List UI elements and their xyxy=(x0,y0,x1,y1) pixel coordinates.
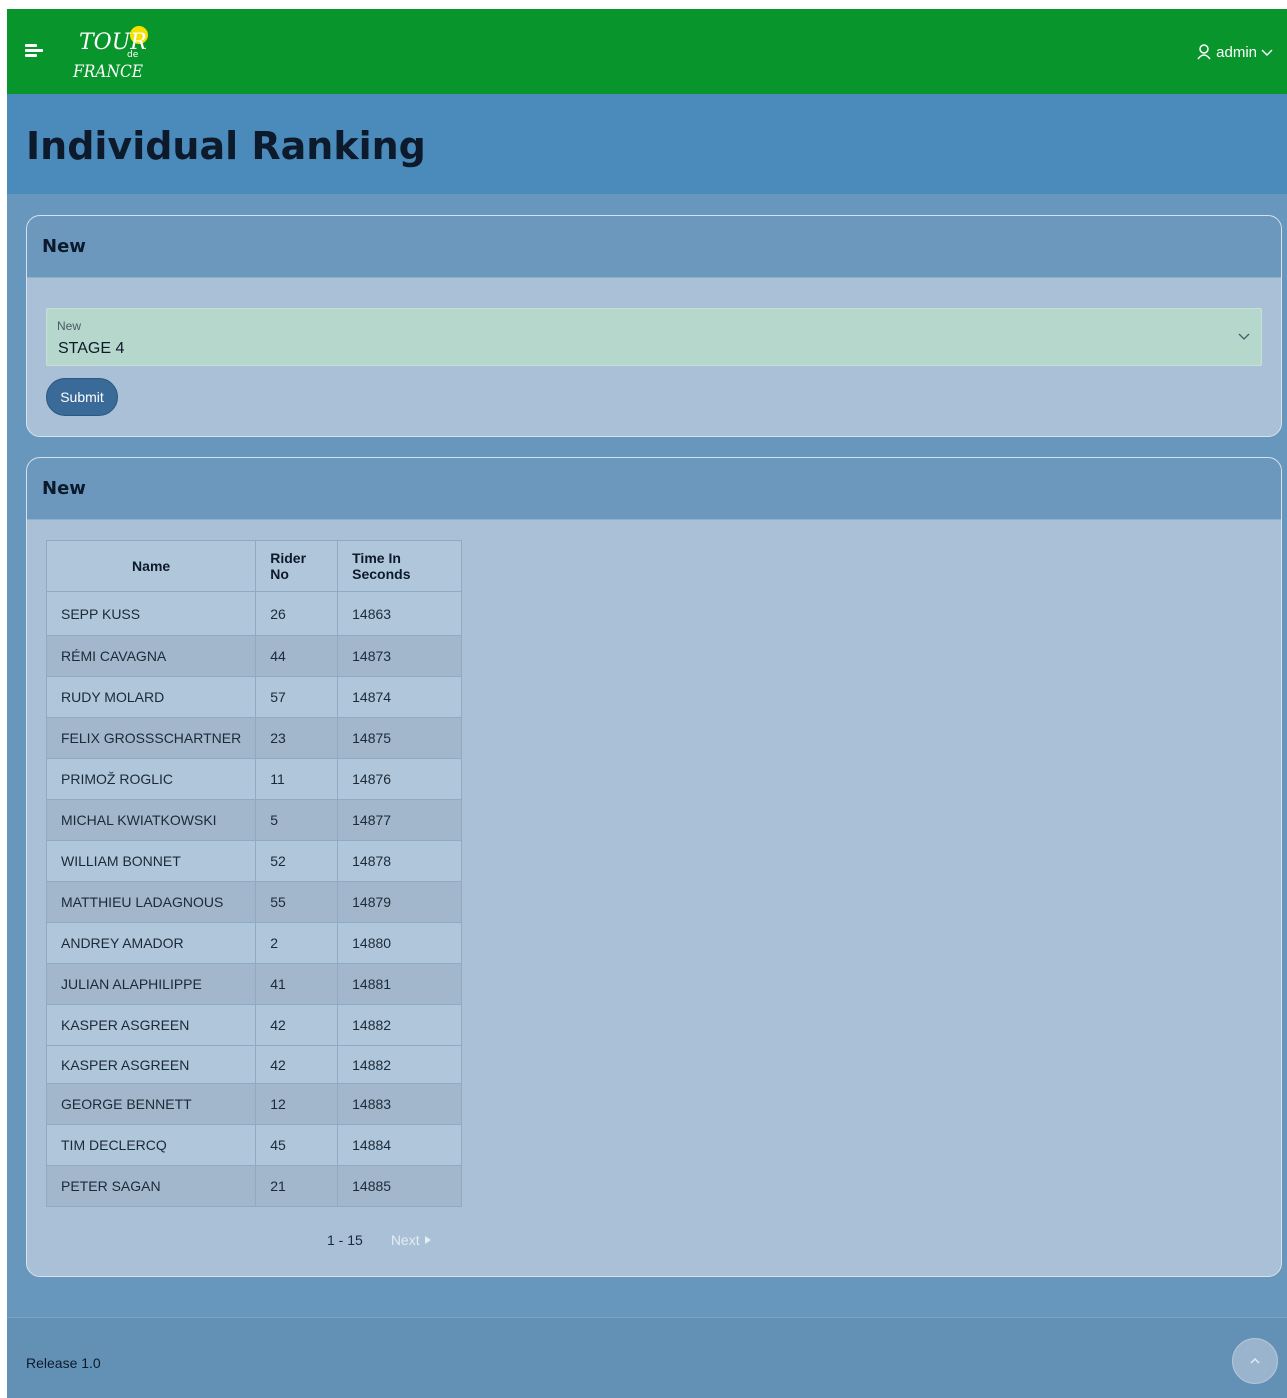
footer: Release 1.0 xyxy=(7,1317,1287,1398)
user-name: admin xyxy=(1216,43,1257,61)
table-header-row: Name Rider No Time In Seconds xyxy=(45,540,462,592)
cell-name: ANDREY AMADOR xyxy=(45,922,257,964)
cell-rider-no: 41 xyxy=(255,963,339,1005)
cell-time: 14877 xyxy=(337,799,462,841)
table-row[interactable]: PETER SAGAN 21 14885 xyxy=(45,1165,462,1207)
pagination: 1 - 15 Next xyxy=(327,1230,432,1250)
table-row[interactable]: MATTHIEU LADAGNOUS 55 14879 xyxy=(45,881,462,923)
cell-name: RUDY MOLARD xyxy=(45,676,257,718)
cell-time: 14884 xyxy=(337,1124,462,1166)
card-title: New xyxy=(42,478,86,499)
cell-time: 14874 xyxy=(337,676,462,718)
cell-rider-no: 12 xyxy=(255,1083,339,1125)
select-label: New xyxy=(57,319,82,333)
cell-name: WILLIAM BONNET xyxy=(45,840,257,882)
chevron-down-icon xyxy=(1238,333,1250,340)
cell-time: 14873 xyxy=(337,635,462,677)
cell-time: 14879 xyxy=(337,881,462,923)
hamburger-icon[interactable] xyxy=(25,44,43,58)
cell-time: 14882 xyxy=(337,1045,462,1084)
table-row[interactable]: GEORGE BENNETT 12 14883 xyxy=(45,1083,462,1125)
triangle-right-icon xyxy=(424,1236,431,1244)
user-menu[interactable]: admin xyxy=(1196,41,1273,63)
table-row[interactable]: PRIMOŽ ROGLIC 11 14876 xyxy=(45,758,462,800)
column-header-rider-no[interactable]: Rider No xyxy=(255,540,339,592)
chevron-up-icon xyxy=(1250,1358,1260,1364)
top-bar: TOUR de FRANCE admin xyxy=(7,9,1287,94)
chevron-down-icon xyxy=(1261,49,1273,56)
scroll-to-top-button[interactable] xyxy=(1232,1338,1278,1384)
cell-rider-no: 21 xyxy=(255,1165,339,1207)
stage-select[interactable]: New STAGE 4 xyxy=(46,308,1262,366)
cell-rider-no: 11 xyxy=(255,758,339,800)
cell-rider-no: 26 xyxy=(255,591,339,636)
ranking-table-wrap: Name Rider No Time In Seconds SEPP KUSS … xyxy=(45,540,462,1207)
cell-time: 14863 xyxy=(337,591,462,636)
cell-rider-no: 5 xyxy=(255,799,339,841)
page-title: Individual Ranking xyxy=(26,124,426,168)
page-header: Individual Ranking xyxy=(7,94,1287,194)
cell-rider-no: 57 xyxy=(255,676,339,718)
table-row[interactable]: KASPER ASGREEN 42 14882 xyxy=(45,1045,462,1084)
table-row[interactable]: JULIAN ALAPHILIPPE 41 14881 xyxy=(45,963,462,1005)
page-range: 1 - 15 xyxy=(327,1232,363,1248)
next-label: Next xyxy=(390,1232,420,1248)
release-version: Release 1.0 xyxy=(26,1355,101,1371)
cell-rider-no: 42 xyxy=(255,1045,339,1084)
cell-time: 14881 xyxy=(337,963,462,1005)
next-page-button[interactable]: Next xyxy=(391,1232,432,1248)
tour-de-france-logo[interactable]: TOUR de FRANCE xyxy=(67,15,157,87)
card-header: New xyxy=(27,458,1281,520)
table-row[interactable]: FELIX GROSSSCHARTNER 23 14875 xyxy=(45,717,462,759)
cell-rider-no: 45 xyxy=(255,1124,339,1166)
cell-name: PETER SAGAN xyxy=(45,1165,257,1207)
cell-time: 14882 xyxy=(337,1004,462,1046)
cell-rider-no: 44 xyxy=(255,635,339,677)
cell-time: 14878 xyxy=(337,840,462,882)
cell-name: MATTHIEU LADAGNOUS xyxy=(45,881,257,923)
cell-name: SEPP KUSS xyxy=(45,591,257,636)
cell-name: PRIMOŽ ROGLIC xyxy=(45,758,257,800)
app-root: TOUR de FRANCE admin Individual Ranking … xyxy=(7,9,1287,1398)
table-row[interactable]: ANDREY AMADOR 2 14880 xyxy=(45,922,462,964)
card-title: New xyxy=(42,236,86,257)
table-row[interactable]: SEPP KUSS 26 14863 xyxy=(45,591,462,636)
cell-time: 14885 xyxy=(337,1165,462,1207)
cell-name: KASPER ASGREEN xyxy=(45,1004,257,1046)
user-icon xyxy=(1197,44,1211,60)
cell-name: JULIAN ALAPHILIPPE xyxy=(45,963,257,1005)
cell-time: 14875 xyxy=(337,717,462,759)
cell-rider-no: 52 xyxy=(255,840,339,882)
card-header: New xyxy=(27,216,1281,278)
table-row[interactable]: TIM DECLERCQ 45 14884 xyxy=(45,1124,462,1166)
ranking-card: New Name Rider No Time In Seconds SEPP K… xyxy=(26,457,1282,1277)
cell-time: 14876 xyxy=(337,758,462,800)
submit-button[interactable]: Submit xyxy=(46,378,118,416)
cell-time: 14883 xyxy=(337,1083,462,1125)
cell-name: TIM DECLERCQ xyxy=(45,1124,257,1166)
cell-rider-no: 23 xyxy=(255,717,339,759)
cell-name: MICHAL KWIATKOWSKI xyxy=(45,799,257,841)
select-value: STAGE 4 xyxy=(58,340,125,357)
column-header-time[interactable]: Time In Seconds xyxy=(337,540,462,592)
cell-time: 14880 xyxy=(337,922,462,964)
cell-rider-no: 55 xyxy=(255,881,339,923)
cell-rider-no: 2 xyxy=(255,922,339,964)
table-row[interactable]: RÉMI CAVAGNA 44 14873 xyxy=(45,635,462,677)
stage-selection-card: New New STAGE 4 Submit xyxy=(26,215,1282,437)
cell-name: FELIX GROSSSCHARTNER xyxy=(45,717,257,759)
column-header-name[interactable]: Name xyxy=(45,540,257,592)
cell-name: RÉMI CAVAGNA xyxy=(45,635,257,677)
logo-text-france: FRANCE xyxy=(72,62,143,82)
table-row[interactable]: RUDY MOLARD 57 14874 xyxy=(45,676,462,718)
table-row[interactable]: WILLIAM BONNET 52 14878 xyxy=(45,840,462,882)
cell-rider-no: 42 xyxy=(255,1004,339,1046)
table-row[interactable]: MICHAL KWIATKOWSKI 5 14877 xyxy=(45,799,462,841)
table-row[interactable]: KASPER ASGREEN 42 14882 xyxy=(45,1004,462,1046)
cell-name: GEORGE BENNETT xyxy=(45,1083,257,1125)
ranking-table: Name Rider No Time In Seconds SEPP KUSS … xyxy=(45,540,462,1207)
cell-name: KASPER ASGREEN xyxy=(45,1045,257,1084)
logo-text-de: de xyxy=(127,50,139,60)
